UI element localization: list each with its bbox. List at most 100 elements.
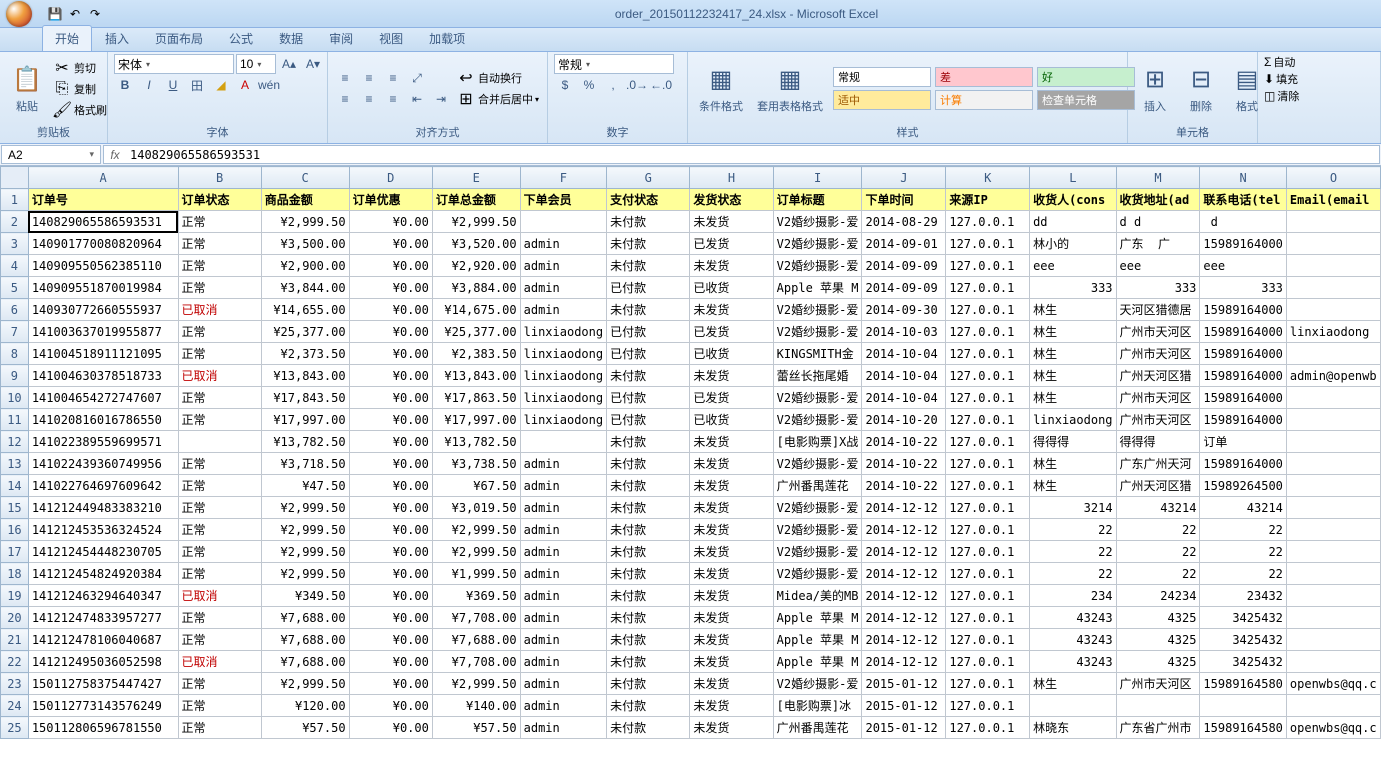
cell[interactable]: 127.0.0.1 [946, 431, 1030, 453]
cell[interactable]: ¥3,844.00 [261, 277, 349, 299]
cell[interactable]: 15989264500 [1200, 475, 1286, 497]
office-button[interactable] [0, 0, 38, 28]
cell[interactable]: 140909550562385110 [28, 255, 178, 277]
cell[interactable]: 2014-12-12 [862, 651, 946, 673]
cell[interactable]: 2014-12-12 [862, 541, 946, 563]
row-header-1[interactable]: 1 [1, 189, 29, 211]
tab-layout[interactable]: 页面布局 [142, 25, 216, 51]
number-format-combo[interactable]: 常规▾ [554, 54, 674, 74]
cell[interactable]: 127.0.0.1 [946, 343, 1030, 365]
header-cell[interactable]: 订单号 [28, 189, 178, 211]
delete-cells-button[interactable]: ⊟删除 [1180, 61, 1222, 117]
cell[interactable]: eee [1030, 255, 1116, 277]
cell[interactable] [1286, 563, 1380, 585]
cell[interactable]: 2014-09-30 [862, 299, 946, 321]
tab-home[interactable]: 开始 [42, 25, 92, 51]
cell[interactable]: V2婚纱摄影-爱 [773, 541, 862, 563]
cell[interactable]: Apple 苹果 M [773, 277, 862, 299]
cell[interactable]: 未发货 [690, 563, 773, 585]
col-header-G[interactable]: G [607, 167, 690, 189]
cell[interactable]: 已取消 [178, 365, 261, 387]
cell[interactable]: 127.0.0.1 [946, 409, 1030, 431]
name-box[interactable]: A2▾ [1, 145, 101, 164]
cell[interactable]: 43243 [1030, 629, 1116, 651]
cell[interactable]: ¥3,884.00 [432, 277, 520, 299]
cell[interactable]: 正常 [178, 475, 261, 497]
cell[interactable]: 140930772660555937 [28, 299, 178, 321]
cell[interactable]: ¥3,019.50 [432, 497, 520, 519]
cell[interactable]: ¥0.00 [349, 453, 432, 475]
header-cell[interactable]: 收货地址(ad [1116, 189, 1200, 211]
cell[interactable]: 141212463294640347 [28, 585, 178, 607]
cell[interactable]: 2015-01-12 [862, 673, 946, 695]
cell[interactable]: 正常 [178, 255, 261, 277]
cell[interactable]: ¥2,999.50 [432, 211, 520, 233]
cell[interactable]: 141020816016786550 [28, 409, 178, 431]
cell[interactable]: ¥0.00 [349, 673, 432, 695]
cell[interactable]: 正常 [178, 541, 261, 563]
cell[interactable]: 140829065586593531 [28, 211, 178, 233]
cell[interactable]: linxiaodong [520, 365, 606, 387]
cell[interactable]: ¥3,520.00 [432, 233, 520, 255]
cell[interactable]: 15989164000 [1200, 387, 1286, 409]
header-cell[interactable]: 支付状态 [607, 189, 690, 211]
cell[interactable]: 15989164000 [1200, 321, 1286, 343]
cell[interactable]: 150112806596781550 [28, 717, 178, 739]
increase-font-button[interactable]: A▴ [278, 54, 300, 74]
cell[interactable]: 正常 [178, 673, 261, 695]
cell[interactable]: V2婚纱摄影-爱 [773, 321, 862, 343]
cell[interactable]: 未付款 [607, 255, 690, 277]
row-header-16[interactable]: 16 [1, 519, 29, 541]
insert-cells-button[interactable]: ⊞插入 [1134, 61, 1176, 117]
decrease-indent-button[interactable]: ⇤ [406, 89, 428, 109]
cell[interactable]: 未发货 [690, 585, 773, 607]
cell[interactable]: ¥2,900.00 [261, 255, 349, 277]
cell[interactable]: ¥57.50 [432, 717, 520, 739]
cell[interactable]: 正常 [178, 233, 261, 255]
cell[interactable]: 得得得 [1030, 431, 1116, 453]
currency-button[interactable]: $ [554, 75, 576, 95]
cell[interactable]: 15989164000 [1200, 233, 1286, 255]
cell[interactable]: 2014-10-22 [862, 453, 946, 475]
cell[interactable]: ¥0.00 [349, 299, 432, 321]
cell[interactable]: 22 [1116, 541, 1200, 563]
cell[interactable]: ¥2,999.50 [432, 541, 520, 563]
cell[interactable]: ¥3,738.50 [432, 453, 520, 475]
header-cell[interactable]: 下单会员 [520, 189, 606, 211]
cell[interactable]: ¥0.00 [349, 563, 432, 585]
cell[interactable]: 2014-12-12 [862, 497, 946, 519]
header-cell[interactable]: 订单状态 [178, 189, 261, 211]
cell[interactable]: Midea/美的MB [773, 585, 862, 607]
cell[interactable]: 127.0.0.1 [946, 717, 1030, 739]
cell[interactable]: admin [520, 299, 606, 321]
cell[interactable]: 24234 [1116, 585, 1200, 607]
cell[interactable]: 127.0.0.1 [946, 233, 1030, 255]
cell[interactable]: openwbs@qq.c [1286, 673, 1380, 695]
cell[interactable]: 广州天河区猎 [1116, 365, 1200, 387]
cell[interactable]: 正常 [178, 519, 261, 541]
col-header-D[interactable]: D [349, 167, 432, 189]
cell[interactable]: ¥0.00 [349, 475, 432, 497]
cell[interactable]: 林生 [1030, 365, 1116, 387]
cell[interactable]: 未发货 [690, 497, 773, 519]
cell[interactable]: ¥369.50 [432, 585, 520, 607]
cell[interactable]: ¥140.00 [432, 695, 520, 717]
copy-button[interactable]: ⎘复制 [52, 79, 107, 99]
cell[interactable]: 林生 [1030, 673, 1116, 695]
row-header-5[interactable]: 5 [1, 277, 29, 299]
cell[interactable]: admin [520, 233, 606, 255]
cell[interactable]: ¥0.00 [349, 387, 432, 409]
cell[interactable]: 4325 [1116, 651, 1200, 673]
cell[interactable]: 已付款 [607, 409, 690, 431]
cell[interactable] [1286, 651, 1380, 673]
redo-icon[interactable]: ↷ [86, 5, 104, 23]
cell[interactable]: 未付款 [607, 629, 690, 651]
cell[interactable]: 未发货 [690, 299, 773, 321]
font-size-combo[interactable]: 10▾ [236, 54, 276, 74]
cell[interactable]: ¥2,383.50 [432, 343, 520, 365]
row-header-9[interactable]: 9 [1, 365, 29, 387]
cell[interactable]: 3425432 [1200, 629, 1286, 651]
cell[interactable]: ¥67.50 [432, 475, 520, 497]
cell[interactable]: ¥2,999.50 [261, 497, 349, 519]
cell[interactable]: d d [1116, 211, 1200, 233]
